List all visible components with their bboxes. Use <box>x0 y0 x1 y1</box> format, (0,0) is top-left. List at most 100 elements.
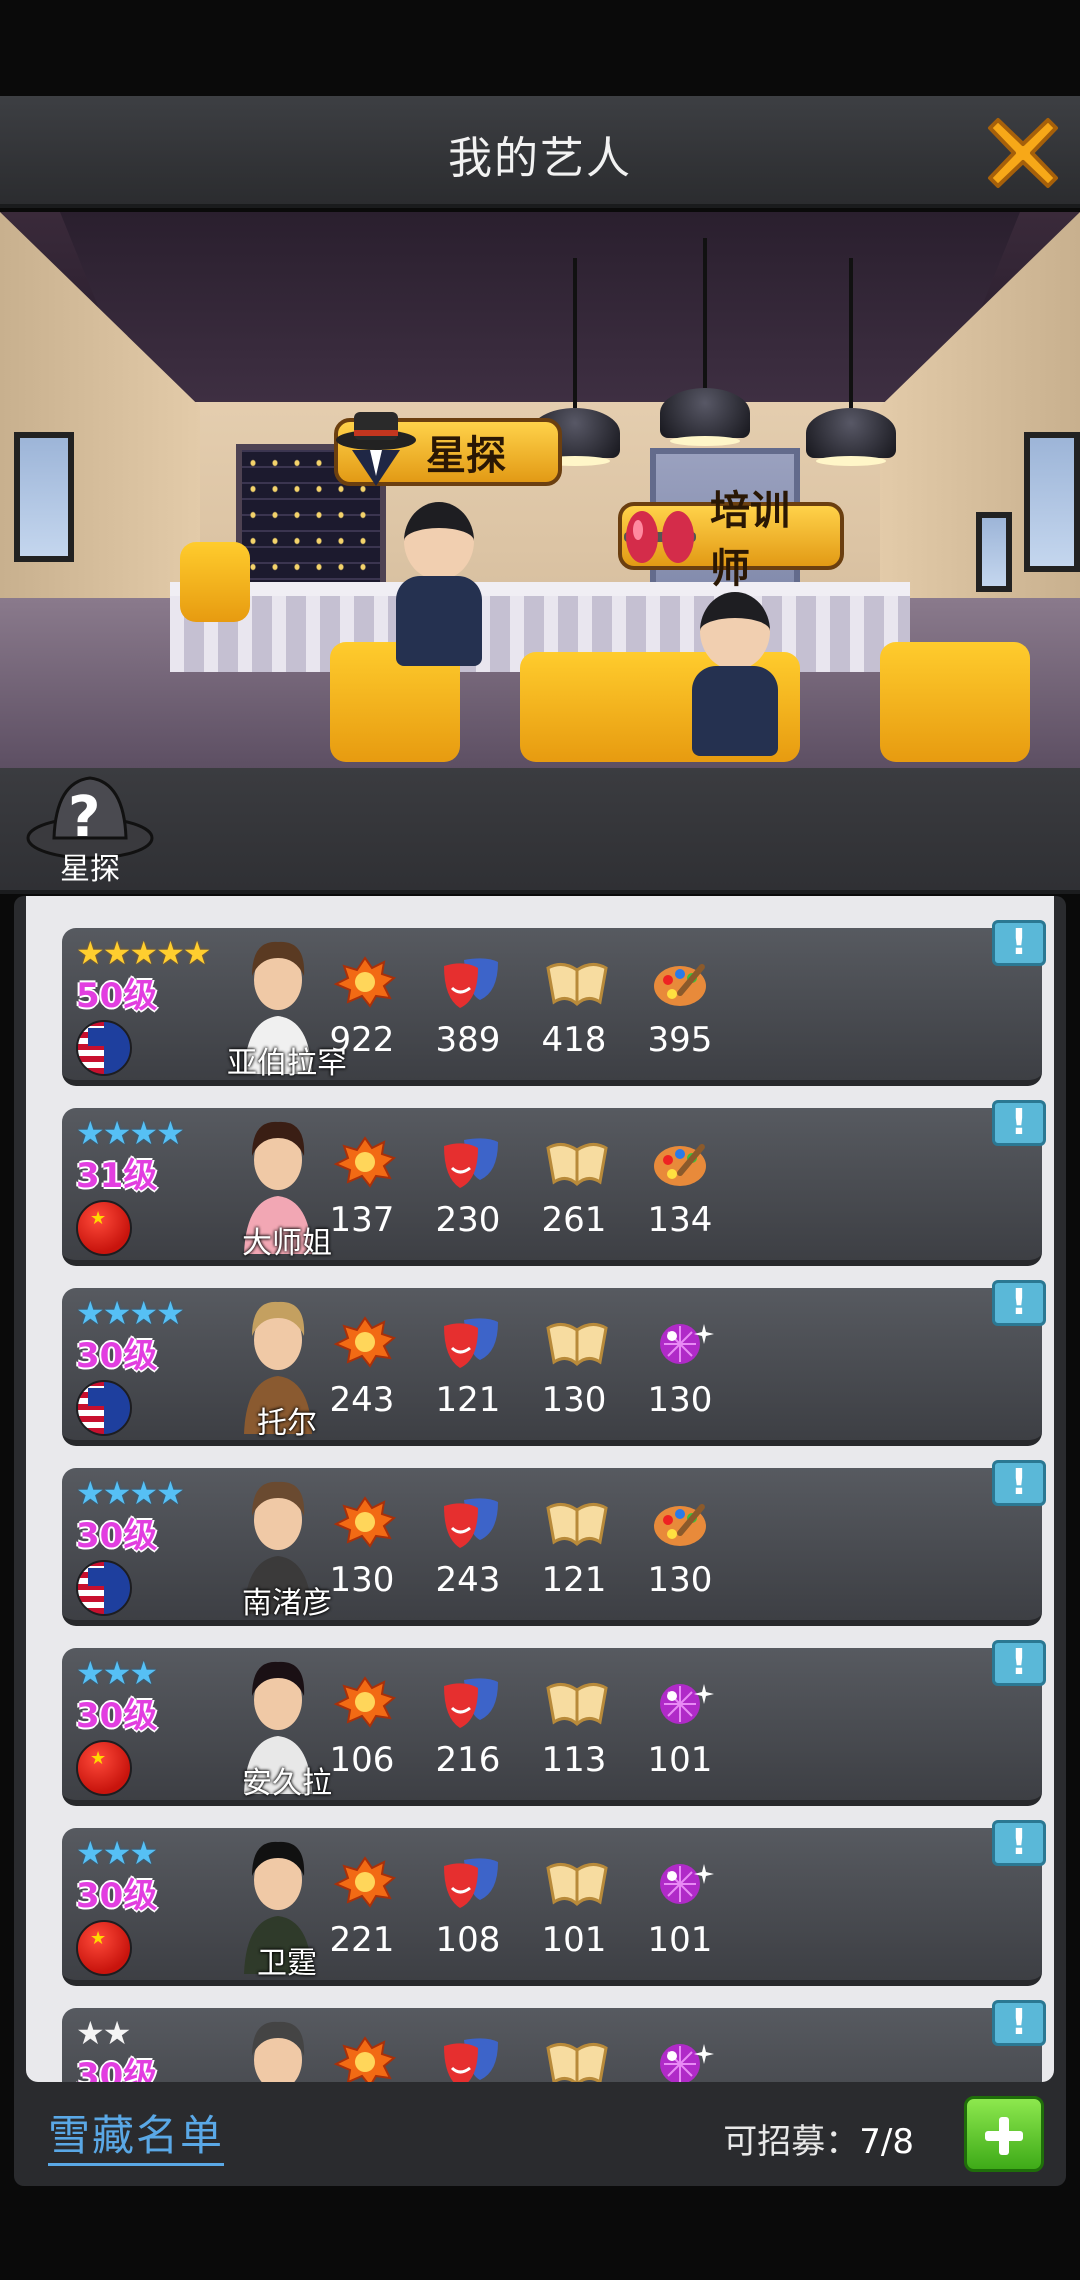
artist-stat: 418 <box>514 928 634 1080</box>
artist-panel: ★★★★★50级 亚伯拉罕 922 389 418 395 !★★★★31级 大… <box>14 896 1066 2186</box>
artist-stat: 106 <box>302 1648 422 1800</box>
explosion-icon <box>332 2034 398 2082</box>
stat-value: 130 <box>647 1560 713 1600</box>
star-rating: ★★★★ <box>76 1114 185 1152</box>
recruit-value: 7/8 <box>859 2122 914 2162</box>
artist-level: 30级 <box>76 1516 158 1556</box>
trainer-character[interactable] <box>692 592 778 756</box>
star-rating: ★★★★★ <box>76 934 211 972</box>
stat-value: 389 <box>435 1020 501 1060</box>
artist-stat: 243 <box>408 1468 528 1620</box>
artist-stat: 130 <box>620 1468 740 1620</box>
star-rating: ★★★ <box>76 1654 158 1692</box>
alert-icon[interactable]: ! <box>992 1460 1046 1506</box>
artist-card[interactable]: ★★★30级 卫霆 221 108 101 101 ! <box>62 1820 1046 1986</box>
artist-stat: 395 <box>620 928 740 1080</box>
nationality-flag-icon <box>76 1560 132 1616</box>
palette-icon <box>650 1494 716 1550</box>
artist-level: 30级 <box>76 2056 158 2082</box>
book-icon <box>544 1134 610 1190</box>
artist-card[interactable]: ★★★★ 30级 南渚彦 130 243 121 130 ! <box>62 1460 1046 1626</box>
artist-stat <box>408 2008 528 2082</box>
explosion-icon <box>332 1134 398 1190</box>
explosion-icon <box>332 1674 398 1730</box>
drama-masks-icon <box>438 1314 504 1370</box>
book-icon <box>544 1674 610 1730</box>
stat-value: 221 <box>329 1920 395 1960</box>
stat-value: 134 <box>647 1200 713 1240</box>
nationality-flag-icon <box>76 1380 132 1436</box>
stat-value: 121 <box>435 1380 501 1420</box>
alert-icon[interactable]: ! <box>992 920 1046 966</box>
alert-icon[interactable]: ! <box>992 1640 1046 1686</box>
stat-value: 130 <box>541 1380 607 1420</box>
drama-masks-icon <box>438 2034 504 2082</box>
artist-stat: 101 <box>620 1648 740 1800</box>
scout-label[interactable]: 星探 <box>334 412 562 486</box>
alert-icon[interactable]: ! <box>992 2000 1046 2046</box>
artist-level: 31级 <box>76 1156 158 1196</box>
scout-button[interactable]: ? 星探 <box>20 768 160 894</box>
artist-stat: 121 <box>408 1288 528 1440</box>
artist-card[interactable]: ★★★★31级 大师姐 137 230 261 134 ! <box>62 1100 1046 1266</box>
wall-picture-left <box>14 432 74 562</box>
stat-value: 922 <box>329 1020 395 1060</box>
add-recruit-button[interactable] <box>964 2096 1044 2172</box>
alert-icon[interactable]: ! <box>992 1820 1046 1866</box>
artist-card[interactable]: ★★★30级 安久拉 106 216 113 101 ! <box>62 1640 1046 1806</box>
stat-value: 137 <box>329 1200 395 1240</box>
drama-masks-icon <box>438 1134 504 1190</box>
game-screen: 我的艺人 星探 培训师 ? 星探 ★★★★★ 50级 亚伯拉罕 922 389 … <box>0 0 1080 2280</box>
close-x-icon[interactable] <box>980 110 1066 196</box>
scout-character[interactable] <box>396 502 482 666</box>
artist-stat: 101 <box>620 1828 740 1980</box>
drama-masks-icon <box>438 954 504 1010</box>
palette-icon <box>650 1134 716 1190</box>
artist-stat: 130 <box>620 1288 740 1440</box>
book-icon <box>544 1314 610 1370</box>
svg-text:?: ? <box>68 785 100 850</box>
artist-stat: 216 <box>408 1648 528 1800</box>
office-scene: 星探 培训师 <box>0 212 1080 768</box>
artist-stat: 922 <box>302 928 422 1080</box>
explosion-icon <box>332 1854 398 1910</box>
stat-value: 130 <box>329 1560 395 1600</box>
artist-stat: 261 <box>514 1108 634 1260</box>
artist-card[interactable]: ★★★★★ 50级 亚伯拉罕 922 389 418 395 ! <box>62 920 1046 1086</box>
artist-stat <box>620 2008 740 2082</box>
artist-level: 30级 <box>76 1696 158 1736</box>
disco-ball-icon <box>650 1314 716 1370</box>
artist-list[interactable]: ★★★★★50级 亚伯拉罕 922 389 418 395 !★★★★31级 大… <box>26 896 1054 2082</box>
alert-icon[interactable]: ! <box>992 1280 1046 1326</box>
nationality-flag-icon <box>76 1740 132 1796</box>
stat-value: 216 <box>435 1740 501 1780</box>
nationality-flag-icon <box>76 1920 132 1976</box>
stat-value: 101 <box>541 1920 607 1960</box>
artist-stat: 389 <box>408 928 528 1080</box>
alert-icon[interactable]: ! <box>992 1100 1046 1146</box>
nationality-flag-icon <box>76 1200 132 1256</box>
disco-ball-icon <box>650 1854 716 1910</box>
yellow-chair <box>180 542 250 622</box>
page-title: 我的艺人 <box>448 133 632 184</box>
explosion-icon <box>332 954 398 1010</box>
star-rating: ★★★★ <box>76 1294 185 1332</box>
book-icon <box>544 2034 610 2082</box>
artist-stat: 221 <box>302 1828 422 1980</box>
artist-stat: 130 <box>514 1288 634 1440</box>
star-rating: ★★★ <box>76 1834 158 1872</box>
stat-value: 243 <box>329 1380 395 1420</box>
drama-masks-icon <box>438 1854 504 1910</box>
artist-stat: 137 <box>302 1108 422 1260</box>
artist-card[interactable]: ★★ 30级 ! <box>62 2000 1046 2082</box>
stat-value: 108 <box>435 1920 501 1960</box>
trainer-label[interactable]: 培训师 <box>618 488 844 592</box>
wall-picture-right-small <box>976 512 1012 592</box>
wall-picture-right <box>1024 432 1080 572</box>
recruit-label: 可招募： <box>723 2122 860 2162</box>
artist-card[interactable]: ★★★★ 30级 托尔 243 121 130 130 ! <box>62 1280 1046 1446</box>
stat-value: 243 <box>435 1560 501 1600</box>
pendant-lamp <box>806 258 896 466</box>
frozen-roster-link[interactable]: 雪藏名单 <box>48 2102 225 2166</box>
artist-level: 50级 <box>76 976 158 1016</box>
